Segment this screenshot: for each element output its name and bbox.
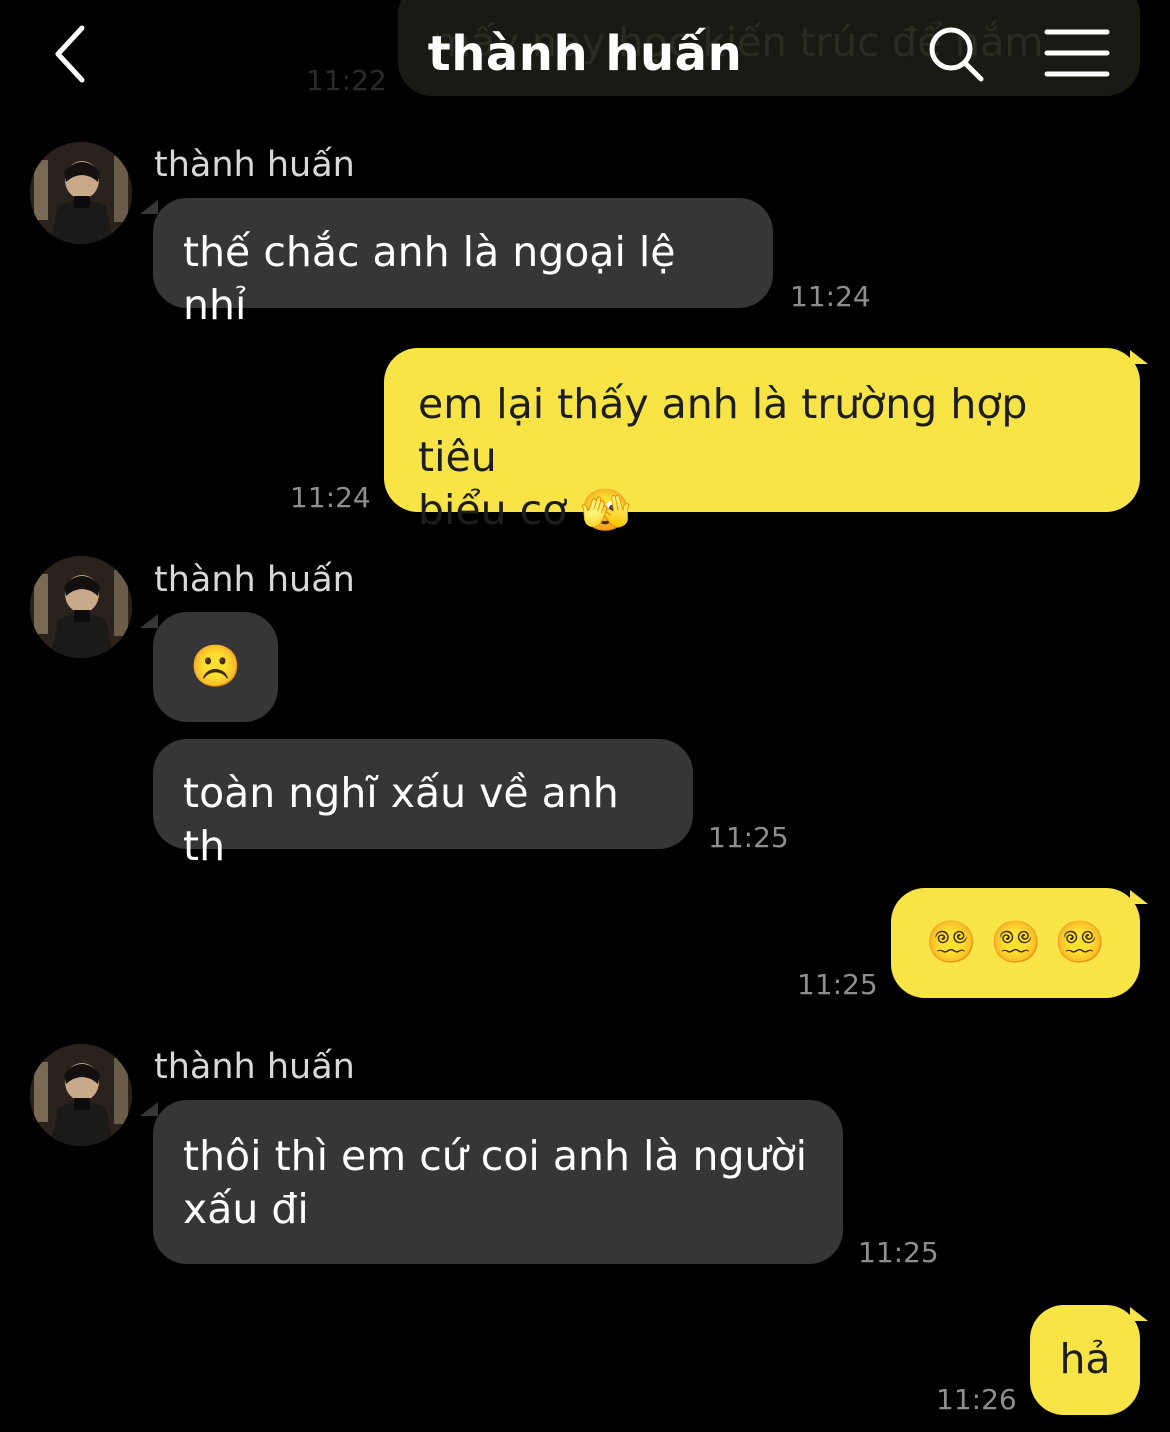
avatar-image: [30, 556, 132, 658]
message-bubble[interactable]: 😵‍💫 😵‍💫 😵‍💫: [891, 888, 1140, 998]
message-time: 11:25: [797, 968, 878, 1001]
bubble-tail: [140, 614, 158, 628]
message-text: toàn nghĩ xấu về anh th: [183, 769, 619, 870]
message-text-line: em lại thấy anh là trường hợp tiêu: [418, 380, 1028, 481]
message-bubble[interactable]: toàn nghĩ xấu về anh th: [153, 739, 693, 870]
scrolled-message-time: 11:22: [306, 64, 387, 97]
back-button[interactable]: [44, 22, 104, 86]
message-bubble[interactable]: thế chắc anh là ngoại lệ nhỉ: [153, 198, 773, 329]
message-time: 11:25: [858, 1236, 939, 1269]
frowning-face-emoji: ☹️: [189, 642, 242, 690]
message-text-line: xấu đi: [183, 1185, 309, 1233]
message-time: 11:24: [790, 280, 871, 313]
chevron-left-icon: [55, 25, 85, 83]
bubble-tail: [140, 200, 158, 214]
message-text-line: biểu cơ 🫣: [418, 484, 1106, 537]
bubble-tail: [1130, 1307, 1148, 1321]
avatar[interactable]: [30, 556, 132, 658]
message-text: hả: [1059, 1335, 1111, 1383]
peeking-face-emoji: 🫣: [580, 486, 632, 534]
dizzy-face-emoji: 😵‍💫 😵‍💫 😵‍💫: [925, 918, 1106, 966]
message-time: 11:24: [290, 481, 371, 514]
avatar-image: [30, 1044, 132, 1146]
message-time: 11:25: [708, 821, 789, 854]
message-time: 11:26: [936, 1383, 1017, 1416]
search-icon: [929, 27, 984, 82]
bubble-tail: [1130, 350, 1148, 364]
avatar[interactable]: [30, 142, 132, 244]
bubble-tail: [140, 1102, 158, 1116]
message-text: thế chắc anh là ngoại lệ nhỉ: [183, 228, 676, 329]
message-text-line: thôi thì em cứ coi anh là người: [183, 1132, 808, 1180]
hamburger-menu-icon: [1044, 29, 1110, 77]
menu-button[interactable]: [1044, 28, 1110, 78]
message-bubble[interactable]: ☹️: [153, 612, 278, 722]
chat-title: thành huấn: [427, 26, 743, 82]
search-button[interactable]: [926, 24, 986, 84]
sender-name: thành huấn: [154, 145, 355, 185]
message-bubble[interactable]: em lại thấy anh là trường hợp tiêu biểu …: [384, 348, 1140, 534]
bubble-tail: [1130, 890, 1148, 904]
sender-name: thành huấn: [154, 560, 355, 600]
chat-header: mấy nay học kiến trúc để nắm 11:22 thành…: [0, 0, 1170, 110]
avatar-image: [30, 142, 132, 244]
sender-name: thành huấn: [154, 1047, 355, 1087]
message-bubble[interactable]: thôi thì em cứ coi anh là người xấu đi: [153, 1100, 843, 1264]
avatar[interactable]: [30, 1044, 132, 1146]
message-bubble[interactable]: hả: [1030, 1305, 1140, 1415]
